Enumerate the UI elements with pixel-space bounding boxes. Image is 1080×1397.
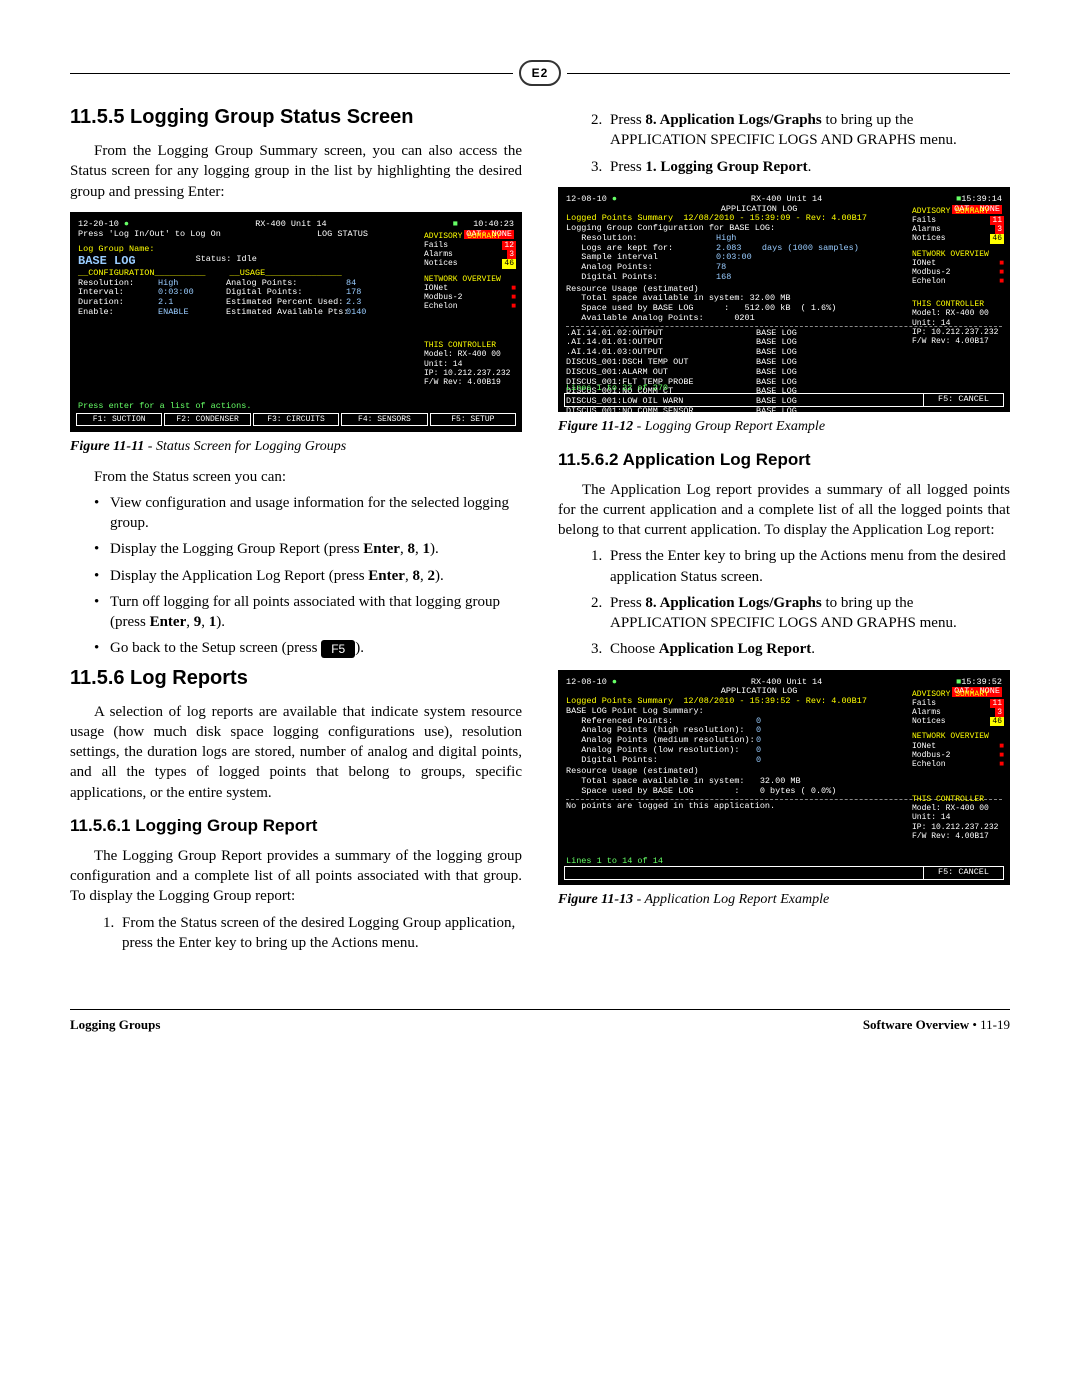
fkey-button: F1: SUCTION: [76, 413, 162, 426]
figure-11-11-terminal: 12-20-10 ● RX-400 Unit 14 ■ 10:40:23 Pre…: [70, 212, 522, 432]
ordered-list: From the Status screen of the desired Lo…: [70, 913, 522, 954]
fkey-button: F3: CIRCUITS: [253, 413, 339, 426]
network-overview-label: NETWORK OVERVIEW: [424, 275, 516, 284]
list-item: Display the Application Log Report (pres…: [110, 566, 522, 586]
heading-11-5-6-1: 11.5.6.1 Logging Group Report: [70, 815, 522, 838]
list-item: Press the Enter key to bring up the Acti…: [606, 546, 1010, 587]
ordered-list: Press the Enter key to bring up the Acti…: [558, 546, 1010, 659]
paragraph: From the Status screen you can:: [70, 467, 522, 487]
term-screen: LOG STATUS: [317, 230, 368, 240]
f5-key-icon: F5: [321, 640, 355, 658]
this-controller-label: THIS CONTROLLER: [424, 341, 516, 350]
fkey-button: F2: CONDENSER: [164, 413, 250, 426]
list-item: Press 8. Application Logs/Graphs to brin…: [606, 110, 1010, 151]
figure-11-13-terminal: 12-08-10 ● RX-400 Unit 14 ■ 15:39:52 APP…: [558, 670, 1010, 885]
list-item: From the Status screen of the desired Lo…: [118, 913, 522, 954]
figure-11-12-terminal: 12-08-10 ● RX-400 Unit 14 ■ 15:39:14 APP…: [558, 187, 1010, 412]
right-column: Press 8. Application Logs/Graphs to brin…: [558, 104, 1010, 959]
fkey-button: F4: SENSORS: [341, 413, 427, 426]
f5-cancel-button: F5: CANCEL: [923, 394, 1003, 406]
figure-11-13-caption: Figure 11-13 - Application Log Report Ex…: [558, 891, 1010, 910]
page-footer: Logging Groups Software Overview • 11-19: [70, 1009, 1010, 1034]
figure-11-11-caption: Figure 11-11 - Status Screen for Logging…: [70, 438, 522, 457]
page-header-rule: E2: [70, 60, 1010, 86]
log-group-name: BASE LOG: [78, 255, 136, 269]
brand-logo: E2: [519, 60, 561, 86]
ordered-list: Press 8. Application Logs/Graphs to brin…: [558, 110, 1010, 177]
heading-11-5-6-2: 11.5.6.2 Application Log Report: [558, 449, 1010, 472]
figure-11-12-caption: Figure 11-12 - Logging Group Report Exam…: [558, 418, 1010, 437]
paragraph: From the Logging Group Summary screen, y…: [70, 141, 522, 202]
paragraph: The Logging Group Report provides a summ…: [70, 846, 522, 907]
list-item: Choose Application Log Report.: [606, 639, 1010, 659]
f5-cancel-button: F5: CANCEL: [923, 867, 1003, 879]
paragraph: A selection of log reports are available…: [70, 702, 522, 803]
advisory-summary-label: ADVISORY SUMMARY: [424, 232, 516, 241]
heading-11-5-6: 11.5.6 Log Reports: [70, 665, 522, 692]
list-item: View configuration and usage information…: [110, 493, 522, 534]
footer-left: Logging Groups: [70, 1016, 160, 1034]
term-title: RX-400 Unit 14: [255, 220, 326, 230]
term-action-hint: Press enter for a list of actions.: [78, 402, 251, 412]
heading-11-5-5: 11.5.5 Logging Group Status Screen: [70, 104, 522, 131]
bullet-list: View configuration and usage information…: [70, 493, 522, 659]
term-hint: Press 'Log In/Out' to Log On: [78, 230, 221, 240]
paragraph: The Application Log report provides a su…: [558, 480, 1010, 541]
fkey-button: F5: SETUP: [430, 413, 516, 426]
term-status: Status: Idle: [196, 255, 257, 269]
list-item: Turn off logging for all points associat…: [110, 592, 522, 633]
list-item: Go back to the Setup screen (press F5).: [110, 638, 522, 658]
list-item: Display the Logging Group Report (press …: [110, 539, 522, 559]
list-item: Press 1. Logging Group Report.: [606, 157, 1010, 177]
footer-right: Software Overview • 11-19: [863, 1016, 1010, 1034]
list-item: Press 8. Application Logs/Graphs to brin…: [606, 593, 1010, 634]
left-column: 11.5.5 Logging Group Status Screen From …: [70, 104, 522, 959]
